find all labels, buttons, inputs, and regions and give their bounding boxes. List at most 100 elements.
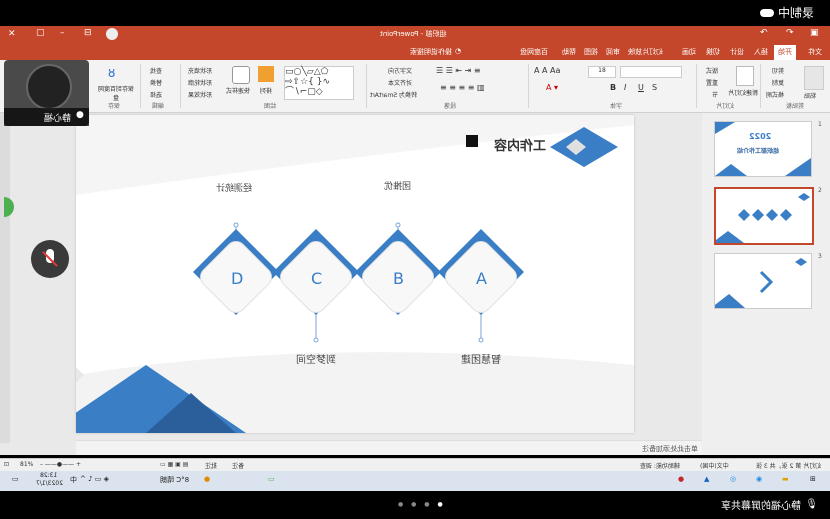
find-button[interactable]: 查找 [150, 66, 162, 75]
tab-file[interactable]: 文件 [808, 47, 822, 57]
bold-button[interactable]: B [610, 83, 616, 92]
paste-icon[interactable] [804, 66, 824, 90]
baidu-netdisk-icon[interactable]: ȣ [108, 66, 115, 80]
ime-indicator[interactable]: 中 [70, 475, 77, 485]
powerpoint-icon[interactable]: ● [678, 475, 684, 483]
font-color-button[interactable]: A ▾ [546, 83, 558, 92]
shapes-gallery[interactable]: ▭○╲▱△⬠ ⇨⇧☆{ }∿ ⌒∖⌐▢◇ [284, 66, 354, 100]
section-button[interactable]: 节 [712, 90, 718, 99]
new-slide-icon[interactable] [736, 66, 754, 86]
recording-indicator[interactable]: 录制中 [759, 4, 814, 21]
text-direction-button[interactable]: 文字方向 [388, 66, 412, 75]
app-icon[interactable]: ▲ [704, 475, 709, 483]
restore-icon[interactable]: ▢ [36, 28, 45, 38]
font-grow-shrink-icon[interactable]: A A Aa [534, 66, 560, 75]
tell-me-search[interactable]: 操作说明搜索 [410, 47, 452, 57]
save-to-netdisk-button[interactable]: 保存到百度网盘 [96, 84, 136, 102]
ribbon-tabs: 文件 开始 插入 设计 切换 动画 幻灯片放映 审阅 视图 帮助 百度网盘 操作… [0, 44, 830, 60]
tab-help[interactable]: 帮助 [562, 47, 576, 57]
notification-icon[interactable]: ▭ [12, 475, 19, 483]
view-buttons[interactable]: ▭ ▦ ▣ ▤ [160, 461, 188, 468]
slide-thumbnail-2[interactable] [714, 187, 814, 245]
new-slide-button[interactable]: 新建幻灯片 [728, 88, 758, 97]
copy-button[interactable]: 复制 [772, 78, 784, 87]
tab-animations[interactable]: 动画 [682, 47, 696, 57]
reset-button[interactable]: 重置 [706, 78, 718, 87]
tab-design[interactable]: 设计 [730, 47, 744, 57]
ribbon-separator [366, 64, 367, 108]
language-status[interactable]: 中文(中国) [700, 461, 729, 470]
tab-view[interactable]: 视图 [584, 47, 598, 57]
shadow-button[interactable]: S [652, 83, 657, 92]
arrange-icon[interactable] [258, 66, 274, 82]
layout-button[interactable]: 版式 [706, 66, 718, 75]
tray-icons[interactable]: ^ ♪ ▭ ◈ [80, 475, 109, 483]
shape-effects-button[interactable]: 形状效果 [188, 90, 212, 99]
zoom-level[interactable]: 81% [20, 461, 33, 468]
align-text-button[interactable]: 对齐文本 [388, 78, 412, 87]
start-icon[interactable]: ⊞ [810, 475, 816, 483]
underline-button[interactable]: U [638, 83, 644, 92]
minimize-icon[interactable]: – [60, 28, 65, 38]
undo-icon[interactable]: ↶ [760, 28, 768, 38]
align-buttons[interactable]: ≡ ≡ ≡ ≡ ▥ [440, 83, 485, 92]
comments-toggle[interactable]: 批注 [205, 461, 217, 470]
notes-pane[interactable]: 单击此处添加备注 [76, 440, 702, 455]
ribbon-home: 粘贴 剪切 复制 格式刷 剪贴板 新建幻灯片 版式 重置 节 幻灯片 18 A … [0, 60, 830, 113]
shape-outline-button[interactable]: 形状轮廓 [188, 78, 212, 87]
accessibility-status[interactable]: 辅助功能: 调查 [640, 461, 680, 470]
tab-review[interactable]: 审阅 [606, 47, 620, 57]
file-explorer-icon[interactable]: ▬ [782, 475, 789, 483]
weather-text[interactable]: 8°C 晴朗 [160, 475, 189, 485]
slide-thumbnail-1[interactable]: 2022 组织部工作介绍 [714, 121, 812, 177]
list-buttons[interactable]: ☰ ☰ ⇤ ⇥ ≡ [436, 66, 481, 75]
paste-button[interactable]: 粘贴 [804, 91, 816, 100]
cloud-icon [759, 8, 774, 17]
slide-thumbnails-panel: 1 2022 组织部工作介绍 2 3 [702, 113, 830, 455]
slide-canvas[interactable]: 工作内容 A B C D 团推优 经测统计 智慧团建 到梦空间 [76, 115, 634, 433]
quick-styles-button[interactable]: 快速样式 [226, 86, 250, 95]
shape-fill-button[interactable]: 形状填充 [188, 66, 212, 75]
cut-button[interactable]: 剪切 [772, 66, 784, 75]
ribbon-separator [140, 64, 141, 108]
tab-transitions[interactable]: 切换 [706, 47, 720, 57]
tab-slideshow[interactable]: 幻灯片放映 [628, 47, 663, 57]
redo-icon[interactable]: ↷ [786, 28, 794, 38]
slide-thumbnail-3[interactable] [714, 253, 812, 309]
font-size-select[interactable]: 18 [588, 66, 616, 78]
top-label-statistics[interactable]: 经测统计 [216, 181, 252, 194]
fit-slide-icon[interactable]: ⊡ [4, 461, 9, 468]
arrange-button[interactable]: 排列 [260, 86, 272, 95]
vertical-scrollbar[interactable] [0, 113, 10, 443]
notes-toggle[interactable]: 备注 [232, 461, 244, 470]
tab-baidu-netdisk[interactable]: 百度网盘 [520, 47, 548, 57]
tab-insert[interactable]: 插入 [754, 47, 768, 57]
zoom-slider[interactable]: – ——●—— + [40, 461, 81, 468]
page-dots[interactable]: ● ● ● ● [398, 501, 446, 508]
editing-group-label: 编辑 [152, 103, 165, 110]
diamond-label-d: D [231, 269, 244, 288]
select-button[interactable]: 选择 [150, 90, 162, 99]
diamond-label-a: A [476, 269, 487, 288]
save-icon[interactable]: ▣ [810, 28, 819, 38]
clock-date[interactable]: 2023/1/7 [36, 480, 63, 487]
edge-icon[interactable]: ◉ [756, 475, 762, 483]
bottom-label-dream-space[interactable]: 到梦空间 [296, 351, 336, 366]
font-name-select[interactable] [620, 66, 682, 78]
format-painter-button[interactable]: 格式刷 [766, 90, 784, 99]
mic-icon: 🎙 [805, 499, 818, 510]
top-label-tuituiyou[interactable]: 团推优 [384, 179, 411, 192]
bottom-label-smart-league[interactable]: 智慧团建 [461, 351, 501, 366]
italic-button[interactable]: I [624, 83, 626, 92]
quick-styles-icon[interactable] [232, 66, 250, 84]
close-icon[interactable]: ✕ [8, 29, 16, 39]
mute-button[interactable] [31, 240, 69, 278]
convert-smartart-button[interactable]: 转换为 SmartArt [370, 90, 417, 99]
clock-time[interactable]: 13:28 [40, 472, 57, 479]
replace-button[interactable]: 替换 [150, 78, 162, 87]
notes-placeholder: 单击此处添加备注 [642, 445, 698, 453]
browser-icon[interactable]: ◎ [730, 475, 736, 483]
ribbon-display-icon[interactable]: ⊟ [84, 28, 92, 38]
tab-home[interactable]: 开始 [774, 45, 796, 60]
user-avatar[interactable] [106, 28, 118, 40]
